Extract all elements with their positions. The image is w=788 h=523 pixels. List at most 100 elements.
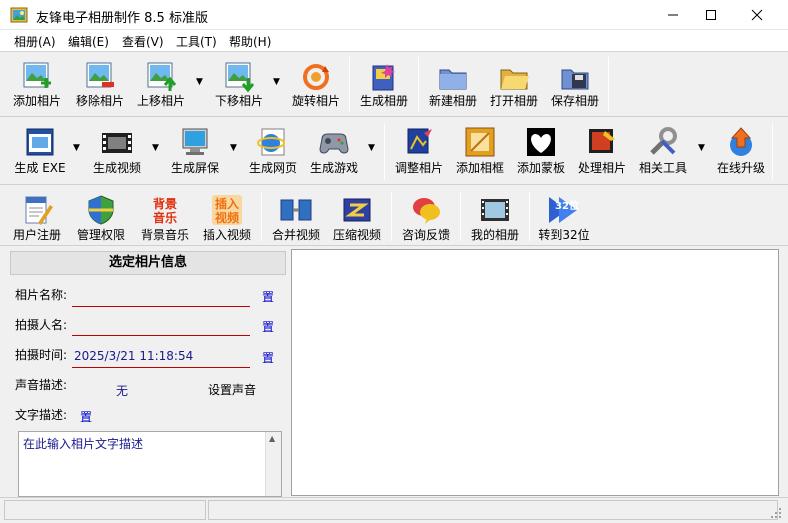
- move-up-button[interactable]: 上移相片: [134, 53, 188, 116]
- manage-permissions-label: 管理权限: [76, 228, 125, 242]
- film-icon: [102, 133, 132, 153]
- 32bit-icon-text: 32位: [555, 199, 579, 212]
- remove-photo-button[interactable]: 移除相片: [73, 53, 127, 116]
- shoot-time-value[interactable]: 2025/3/21 11:18:54: [74, 349, 193, 363]
- photographer-edit-link[interactable]: 置: [262, 318, 274, 335]
- save-album-icon: [561, 69, 589, 90]
- maximize-icon: [706, 10, 716, 20]
- text-desc-label: 文字描述:: [15, 408, 68, 422]
- add-frame-button[interactable]: 添加相框: [453, 119, 507, 184]
- background-music-button[interactable]: 背景 音乐 背景音乐: [138, 188, 192, 245]
- generate-game-button[interactable]: 生成游戏: [307, 119, 361, 184]
- save-album-button[interactable]: 保存相册: [548, 53, 602, 116]
- save-album-label: 保存相册: [550, 94, 599, 108]
- insert-video-label: 插入视频: [202, 228, 251, 242]
- menu-edit[interactable]: 编辑(E): [68, 33, 109, 50]
- add-photo-button[interactable]: 添加相片: [10, 53, 64, 116]
- video-text-icon: 插入 视频: [212, 195, 242, 225]
- related-tools-button[interactable]: 相关工具: [636, 119, 690, 184]
- text-desc-edit-link[interactable]: 置: [80, 408, 92, 425]
- scroll-up-icon[interactable]: ▲: [269, 434, 275, 443]
- exe-icon: [26, 128, 54, 156]
- online-upgrade-button[interactable]: 在线升级: [714, 119, 768, 184]
- generate-exe-button[interactable]: 生成 EXE: [10, 119, 70, 184]
- menu-bar: 相册(A) 编辑(E) 查看(V) 工具(T) 帮助(H): [0, 30, 788, 52]
- open-album-icon: [500, 69, 529, 90]
- shoot-time-underline: [72, 367, 250, 368]
- move-up-dropdown-icon[interactable]: ▼: [196, 77, 206, 87]
- adjust-photo-button[interactable]: 调整相片: [392, 119, 446, 184]
- toolbar-main: 添加相片 移除相片 上移相片 ▼ 下移相片 ▼ 旋转相片 生成相册 新建相册 打…: [0, 53, 788, 117]
- photo-info-panel: 选定相片信息 相片名称: 置 拍摄人名: 置 拍摄时间: 2025/3/21 1…: [8, 249, 289, 497]
- menu-tools[interactable]: 工具(T): [176, 33, 217, 50]
- feedback-button[interactable]: 咨询反馈: [399, 188, 453, 245]
- photographer-label: 拍摄人名:: [15, 318, 68, 332]
- menu-album[interactable]: 相册(A): [14, 33, 56, 50]
- generate-screensaver-label: 生成屏保: [170, 161, 219, 175]
- minimize-icon: [668, 14, 678, 16]
- rotate-icon: [303, 64, 329, 90]
- photo-preview-panel[interactable]: [291, 249, 779, 496]
- description-textarea[interactable]: 在此输入相片文字描述 ▲: [18, 431, 282, 497]
- add-photo-icon: [23, 62, 51, 88]
- set-sound-button[interactable]: 设置声音: [208, 381, 256, 398]
- toolbar-separator: [772, 123, 773, 180]
- video-icon-text-2: 视频: [215, 210, 239, 225]
- user-register-label: 用户注册: [12, 228, 61, 242]
- merge-video-button[interactable]: 合并视频: [269, 188, 323, 245]
- menu-help[interactable]: 帮助(H): [229, 33, 271, 50]
- monitor-icon: [182, 128, 208, 155]
- photo-name-edit-link[interactable]: 置: [262, 288, 274, 305]
- switch-32bit-label: 转到32位: [538, 228, 590, 242]
- maximize-button[interactable]: [688, 0, 734, 30]
- photographer-input[interactable]: [72, 335, 250, 336]
- frame-icon: [465, 127, 495, 157]
- shield-icon: [88, 195, 114, 225]
- rotate-photo-button[interactable]: 旋转相片: [289, 53, 343, 116]
- generate-album-button[interactable]: 生成相册: [357, 53, 411, 116]
- compress-video-label: 压缩视频: [332, 228, 381, 242]
- upgrade-icon: [730, 127, 752, 156]
- toolbar-separator: [608, 57, 609, 112]
- status-cell-1: [4, 500, 206, 520]
- sound-desc-label: 声音描述:: [15, 378, 68, 392]
- move-down-dropdown-icon[interactable]: ▼: [273, 77, 283, 87]
- feedback-icon: [413, 198, 440, 224]
- exe-dropdown-icon[interactable]: ▼: [73, 143, 83, 153]
- insert-video-button[interactable]: 插入 视频 插入视频: [200, 188, 254, 245]
- move-down-button[interactable]: 下移相片: [212, 53, 266, 116]
- mask-icon: [527, 128, 555, 156]
- process-photo-button[interactable]: 处理相片: [575, 119, 629, 184]
- new-album-button[interactable]: 新建相册: [426, 53, 480, 116]
- video-dropdown-icon[interactable]: ▼: [152, 143, 162, 153]
- shoot-time-edit-link[interactable]: 置: [262, 349, 274, 366]
- switch-32bit-button[interactable]: 32位 转到32位: [537, 188, 591, 245]
- tools-dropdown-icon[interactable]: ▼: [698, 143, 708, 153]
- panel-header: 选定相片信息: [10, 251, 286, 275]
- generate-webpage-button[interactable]: 生成网页: [246, 119, 300, 184]
- add-mask-button[interactable]: 添加蒙板: [514, 119, 568, 184]
- menu-view[interactable]: 查看(V): [122, 33, 164, 50]
- description-scrollbar[interactable]: ▲: [265, 432, 281, 496]
- move-down-icon: [225, 62, 255, 93]
- online-upgrade-label: 在线升级: [716, 161, 765, 175]
- status-bar: [0, 497, 788, 523]
- game-dropdown-icon[interactable]: ▼: [368, 143, 378, 153]
- open-album-button[interactable]: 打开相册: [487, 53, 541, 116]
- my-album-button[interactable]: 我的相册: [468, 188, 522, 245]
- app-icon: [10, 7, 28, 23]
- music-icon: 背景 音乐: [153, 196, 177, 225]
- screensaver-dropdown-icon[interactable]: ▼: [230, 143, 240, 153]
- shoot-time-label: 拍摄时间:: [15, 348, 68, 362]
- status-cell-2: [208, 500, 778, 520]
- manage-permissions-button[interactable]: 管理权限: [74, 188, 128, 245]
- user-register-button[interactable]: 用户注册: [10, 188, 64, 245]
- resize-grip-icon[interactable]: [770, 507, 782, 519]
- close-button[interactable]: [734, 0, 780, 30]
- generate-screensaver-button[interactable]: 生成屏保: [168, 119, 222, 184]
- merge-icon: [280, 199, 312, 221]
- generate-video-button[interactable]: 生成视频: [90, 119, 144, 184]
- compress-video-button[interactable]: 压缩视频: [330, 188, 384, 245]
- photo-name-input[interactable]: [72, 306, 250, 307]
- generate-album-icon: [372, 64, 395, 91]
